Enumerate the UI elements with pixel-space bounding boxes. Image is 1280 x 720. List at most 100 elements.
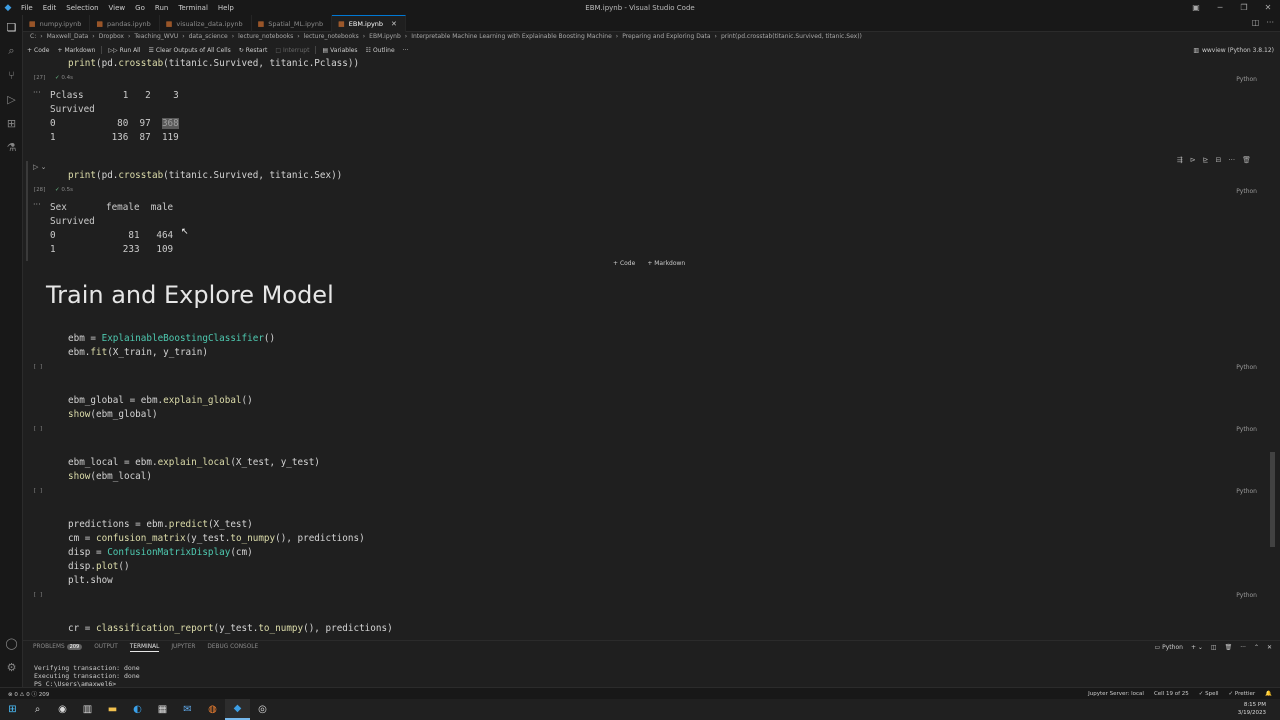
layout-icon[interactable]: ▣ <box>1184 0 1208 15</box>
more-actions-icon[interactable]: ··· <box>1266 18 1274 27</box>
taskbar-search-icon[interactable]: ⌕ <box>25 699 50 720</box>
clear-outputs-button[interactable]: ☰ Clear Outputs of All Cells <box>145 47 235 54</box>
cell-language[interactable]: Python <box>1236 188 1257 195</box>
menu-view[interactable]: View <box>104 4 131 12</box>
code-cell-classification-report[interactable]: cr = classification_report(y_test.to_num… <box>68 622 393 636</box>
tab-visualize-data[interactable]: ▦ visualize_data.ipynb <box>160 15 252 32</box>
close-window-icon[interactable]: ✕ <box>1256 0 1280 15</box>
tab-jupyter[interactable]: JUPYTER <box>171 644 195 652</box>
menu-terminal[interactable]: Terminal <box>173 4 213 12</box>
mail-icon[interactable]: ✉ <box>175 699 200 720</box>
vscode-taskbar-icon[interactable]: ◆ <box>225 699 250 720</box>
toolbar-more-button[interactable]: ··· <box>399 47 413 54</box>
breadcrumb-item[interactable]: Interpretable Machine Learning with Expl… <box>411 33 612 43</box>
flask-icon[interactable]: ⚗ <box>0 135 23 159</box>
terminal-shell-selector[interactable]: ▭ Python <box>1155 644 1183 651</box>
tab-numpy[interactable]: ▦ numpy.ipynb <box>23 15 91 32</box>
tab-debug-console[interactable]: DEBUG CONSOLE <box>207 644 258 652</box>
code-cell-confusion-matrix[interactable]: predictions = ebm.predict(X_test) cm = c… <box>68 518 365 588</box>
tab-terminal[interactable]: TERMINAL <box>129 644 160 652</box>
restart-button[interactable]: ↻ Restart <box>235 47 272 54</box>
run-cell-icon[interactable]: ▷ ⌄ <box>33 163 46 171</box>
maximize-panel-icon[interactable]: ⌃ <box>1254 644 1259 651</box>
output-more-icon[interactable]: ··· <box>33 88 41 97</box>
close-panel-icon[interactable]: ✕ <box>1267 644 1272 651</box>
breadcrumb-item[interactable]: Dropbox <box>99 33 124 43</box>
variables-button[interactable]: ▤ Variables <box>318 47 361 54</box>
widgets-icon[interactable]: ▥ <box>75 699 100 720</box>
scrollbar-thumb[interactable] <box>1270 452 1275 547</box>
breadcrumb-item[interactable]: Teaching_WVU <box>134 33 178 43</box>
tab-pandas[interactable]: ▦ pandas.ipynb <box>90 15 160 32</box>
chrome-icon[interactable]: ◎ <box>250 699 275 720</box>
execute-below-icon[interactable]: ⊵ <box>1203 156 1209 164</box>
system-clock[interactable]: 8:15 PM 3/19/2023 <box>1238 701 1266 717</box>
file-explorer-icon[interactable]: ▬ <box>100 699 125 720</box>
cell-language[interactable]: Python <box>1236 364 1257 371</box>
menu-go[interactable]: Go <box>130 4 150 12</box>
cell-language[interactable]: Python <box>1236 76 1257 83</box>
insert-markdown-button[interactable]: + Markdown <box>647 260 685 267</box>
source-control-icon[interactable]: ⑂ <box>0 63 23 87</box>
terminal-output[interactable]: Verifying transaction: done Executing tr… <box>34 664 140 688</box>
cell-language[interactable]: Python <box>1236 426 1257 433</box>
code-cell-crosstab-pclass[interactable]: print(pd.crosstab(titanic.Survived, tita… <box>68 57 359 71</box>
markdown-heading[interactable]: Train and Explore Model <box>46 281 334 309</box>
split-terminal-icon[interactable]: ◫ <box>1211 644 1217 651</box>
add-code-button[interactable]: + Code <box>23 47 53 54</box>
tab-problems[interactable]: PROBLEMS 209 <box>33 644 83 652</box>
tab-ebm[interactable]: ▦ EBM.ipynb ✕ <box>332 15 406 32</box>
breadcrumb-item[interactable]: lecture_notebooks <box>238 33 293 43</box>
outline-button[interactable]: ☷ Outline <box>362 47 399 54</box>
panel-more-icon[interactable]: ··· <box>1240 644 1246 651</box>
prettier-status[interactable]: ✓ Prettier <box>1229 691 1256 697</box>
breadcrumb-item[interactable]: EBM.ipynb <box>369 33 401 43</box>
breadcrumb-item[interactable]: Preparing and Exploring Data <box>622 33 710 43</box>
add-markdown-button[interactable]: + Markdown <box>53 47 99 54</box>
new-terminal-icon[interactable]: + ⌄ <box>1191 644 1203 651</box>
minimize-icon[interactable]: ─ <box>1208 0 1232 15</box>
tab-output[interactable]: OUTPUT <box>94 644 118 652</box>
cell-language[interactable]: Python <box>1236 488 1257 495</box>
spell-status[interactable]: ✓ Spell <box>1199 691 1219 697</box>
code-cell-explain-global[interactable]: ebm_global = ebm.explain_global() show(e… <box>68 394 253 422</box>
breadcrumb-item[interactable]: print(pd.crosstab(titanic.Survived, tita… <box>721 33 862 43</box>
cell-more-icon[interactable]: ··· <box>1228 156 1235 164</box>
cell-position[interactable]: Cell 19 of 25 <box>1154 691 1189 697</box>
breadcrumb-item[interactable]: C: <box>30 33 36 43</box>
jupyter-server-status[interactable]: Jupyter Server: local <box>1088 691 1144 697</box>
execute-above-icon[interactable]: ⊳ <box>1190 156 1196 164</box>
cell-language[interactable]: Python <box>1236 592 1257 599</box>
run-by-line-icon[interactable]: ⇶ <box>1177 156 1183 164</box>
windows-start-icon[interactable]: ⊞ <box>0 699 25 720</box>
run-debug-icon[interactable]: ▷ <box>0 87 23 111</box>
delete-cell-icon[interactable]: 🗑 <box>1242 156 1251 164</box>
interrupt-button[interactable]: □ Interrupt <box>271 47 313 54</box>
menu-edit[interactable]: Edit <box>38 4 62 12</box>
search-icon[interactable]: ⌕ <box>0 39 23 63</box>
edge-browser-icon[interactable]: ◐ <box>125 699 150 720</box>
insert-code-button[interactable]: + Code <box>613 260 635 267</box>
output-more-icon[interactable]: ··· <box>33 200 41 209</box>
menu-help[interactable]: Help <box>213 4 239 12</box>
tab-spatial-ml[interactable]: ▦ Spatial_ML.ipynb <box>252 15 333 32</box>
split-editor-icon[interactable]: ◫ <box>1252 18 1260 27</box>
extensions-icon[interactable]: ⊞ <box>0 111 23 135</box>
firefox-icon[interactable]: ◍ <box>200 699 225 720</box>
kernel-picker[interactable]: ▥ wwview (Python 3.8.12) <box>1193 44 1274 56</box>
split-cell-icon[interactable]: ⊟ <box>1216 156 1222 164</box>
store-icon[interactable]: ▦ <box>150 699 175 720</box>
code-cell-ebm-fit[interactable]: ebm = ExplainableBoostingClassifier() eb… <box>68 332 275 360</box>
close-tab-icon[interactable]: ✕ <box>391 20 397 28</box>
restore-icon[interactable]: ❐ <box>1232 0 1256 15</box>
menu-run[interactable]: Run <box>150 4 173 12</box>
breadcrumb-item[interactable]: Maxwell_Data <box>47 33 89 43</box>
kill-terminal-icon[interactable]: 🗑 <box>1225 644 1233 651</box>
menu-file[interactable]: File <box>16 4 38 12</box>
settings-gear-icon[interactable]: ⚙ <box>0 655 23 679</box>
explorer-icon[interactable]: ❏ <box>0 15 23 39</box>
breadcrumb-item[interactable]: lecture_notebooks <box>304 33 359 43</box>
code-cell-crosstab-sex[interactable]: print(pd.crosstab(titanic.Survived, tita… <box>68 169 342 183</box>
menu-selection[interactable]: Selection <box>61 4 103 12</box>
account-icon[interactable]: ◯ <box>0 631 23 655</box>
